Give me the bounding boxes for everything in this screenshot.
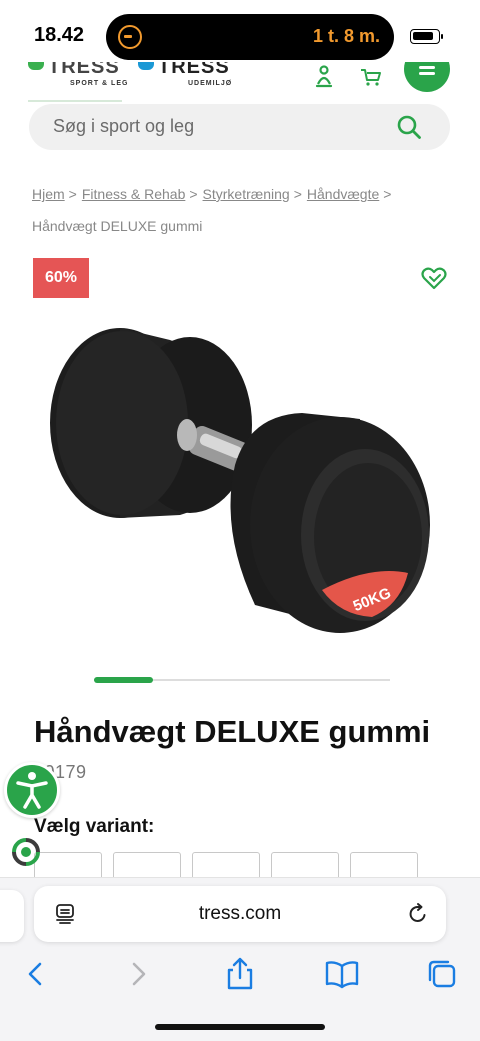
battery-icon (410, 29, 440, 44)
discount-badge: 60% (33, 258, 89, 298)
breadcrumb: Hjem > Fitness & Rehab > Styrketræning > Håndv… (32, 178, 452, 242)
search-input[interactable] (53, 116, 393, 137)
url-text[interactable]: tress.com (34, 903, 446, 925)
cart-icon[interactable] (359, 64, 383, 88)
breadcrumb-current: Håndvægt DELUXE gummi (32, 218, 203, 234)
search-icon[interactable] (396, 114, 422, 140)
eco-recycle-icon[interactable] (8, 834, 44, 870)
logo-underline (28, 100, 122, 102)
battery-level (413, 32, 433, 40)
logo-main-text: TRESS (158, 62, 230, 78)
status-bar: 18.42 1 t. 8 m. (0, 0, 480, 62)
product-title: Håndvægt DELUXE gummi (34, 714, 431, 749)
accessibility-icon (16, 772, 48, 809)
address-bar[interactable]: tress.com (34, 886, 446, 942)
tabs-icon[interactable] (424, 956, 460, 992)
dynamic-island[interactable]: 1 t. 8 m. (106, 14, 394, 60)
site-header: TRESS SPORT & LEG TRESS UDEMILJØ (0, 62, 480, 102)
dumbbell-left-plate (50, 328, 252, 518)
back-icon[interactable] (18, 956, 54, 992)
previous-tab-preview[interactable] (0, 890, 24, 942)
island-timer-text: 1 t. 8 m. (312, 26, 380, 46)
logo-main-text: TRESS (48, 62, 120, 78)
reload-icon[interactable] (406, 902, 430, 926)
home-indicator[interactable] (155, 1024, 325, 1030)
logo-sub-text: UDEMILJØ (188, 80, 233, 87)
battery-tip (441, 34, 443, 39)
image-carousel-indicator (94, 677, 153, 683)
timer-icon (118, 25, 142, 49)
bookmarks-icon[interactable] (324, 956, 360, 992)
menu-button[interactable] (404, 62, 450, 92)
logo-accent-blue (138, 62, 154, 70)
breadcrumb-item-styrketraening[interactable]: Styrketræning (203, 186, 290, 202)
logo-sub-text: SPORT & LEG (70, 80, 129, 87)
breadcrumb-separator: > (189, 186, 198, 202)
share-icon[interactable] (222, 956, 258, 992)
user-icon[interactable] (312, 64, 336, 88)
product-image-dumbbell[interactable]: 50KG (40, 315, 440, 645)
breadcrumb-separator: > (293, 186, 302, 202)
breadcrumb-item-hjem[interactable]: Hjem (32, 186, 65, 202)
breadcrumb-item-handvaegte[interactable]: Håndvægte (307, 186, 379, 202)
browser-toolbar (0, 952, 480, 996)
logo-accent-green (28, 62, 44, 70)
variant-label: Vælg variant: (34, 816, 155, 837)
breadcrumb-separator: > (68, 186, 77, 202)
search-bar[interactable] (29, 104, 450, 150)
breadcrumb-separator: > (383, 186, 392, 202)
forward-icon[interactable] (120, 956, 156, 992)
status-time: 18.42 (34, 24, 85, 46)
breadcrumb-item-fitness-rehab[interactable]: Fitness & Rehab (82, 186, 186, 202)
wishlist-heart-icon[interactable] (420, 264, 448, 292)
accessibility-button[interactable] (4, 762, 60, 818)
dumbbell-right-plate: 50KG (230, 413, 430, 633)
